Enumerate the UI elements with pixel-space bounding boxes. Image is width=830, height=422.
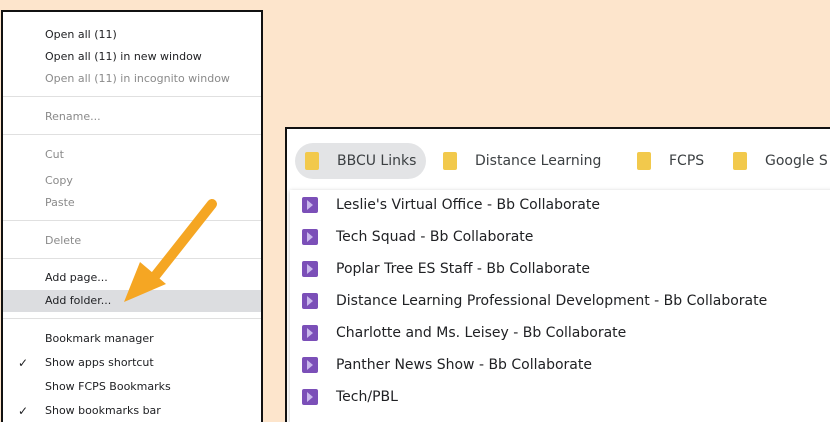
checkmark-icon: ✓ <box>18 404 29 418</box>
menu-item-show-apps-shortcut[interactable]: ✓ Show apps shortcut <box>3 352 261 374</box>
menu-item-show-bookmarks-bar[interactable]: ✓ Show bookmarks bar <box>3 400 261 422</box>
menu-item-open-all-incognito: Open all (11) in incognito window <box>45 72 230 85</box>
menu-separator <box>3 96 261 97</box>
menu-item-delete: Delete <box>45 234 82 247</box>
bookmark-item[interactable]: Leslie's Virtual Office - Bb Collaborate <box>302 192 600 218</box>
bookmark-item[interactable]: Distance Learning Professional Developme… <box>302 288 767 314</box>
menu-item-show-fcps-bookmarks[interactable]: Show FCPS Bookmarks <box>3 376 261 398</box>
bookmark-folder-bbcu-links[interactable]: BBCU Links <box>295 143 427 179</box>
bookmarks-bar-panel: BBCU Links Distance Learning FCPS Google… <box>285 127 830 422</box>
folder-dropdown-list: Leslie's Virtual Office - Bb Collaborate… <box>290 190 830 422</box>
menu-item-copy: Copy <box>45 174 73 187</box>
checkmark-icon: ✓ <box>18 356 29 370</box>
collaborate-icon <box>302 389 318 405</box>
bookmark-item[interactable]: Panther News Show - Bb Collaborate <box>302 352 592 378</box>
menu-item-paste: Paste <box>45 196 75 209</box>
menu-separator <box>3 220 261 221</box>
menu-item-open-all[interactable]: Open all (11) <box>3 24 261 46</box>
bookmark-context-menu: Open all (11) Open all (11) in new windo… <box>1 10 263 422</box>
collaborate-icon <box>302 293 318 309</box>
menu-item-add-folder[interactable]: Add folder... <box>3 290 261 312</box>
bookmark-folder-google[interactable]: Google S <box>723 143 830 179</box>
folder-icon <box>637 152 651 170</box>
collaborate-icon <box>302 357 318 373</box>
bookmarks-bar: BBCU Links Distance Learning FCPS Google… <box>287 129 830 191</box>
menu-item-bookmark-manager[interactable]: Bookmark manager <box>3 328 261 350</box>
bookmark-item[interactable]: Tech Squad - Bb Collaborate <box>302 224 533 250</box>
bookmark-item[interactable]: Tech/PBL <box>302 384 398 410</box>
bookmark-folder-distance-learning[interactable]: Distance Learning <box>433 143 611 179</box>
collaborate-icon <box>302 261 318 277</box>
folder-icon <box>733 152 747 170</box>
collaborate-icon <box>302 229 318 245</box>
menu-item-add-page[interactable]: Add page... <box>3 267 261 289</box>
folder-icon <box>305 152 319 170</box>
menu-item-open-all-new-window[interactable]: Open all (11) in new window <box>3 46 261 68</box>
menu-separator <box>3 134 261 135</box>
folder-icon <box>443 152 457 170</box>
menu-separator <box>3 318 261 319</box>
bookmark-folder-fcps[interactable]: FCPS <box>627 143 714 179</box>
collaborate-icon <box>302 325 318 341</box>
bookmark-item[interactable]: Charlotte and Ms. Leisey - Bb Collaborat… <box>302 320 626 346</box>
collaborate-icon <box>302 197 318 213</box>
bookmark-item[interactable]: Poplar Tree ES Staff - Bb Collaborate <box>302 256 590 282</box>
menu-separator <box>3 258 261 259</box>
menu-item-rename: Rename... <box>45 110 101 123</box>
menu-item-cut: Cut <box>45 148 64 161</box>
